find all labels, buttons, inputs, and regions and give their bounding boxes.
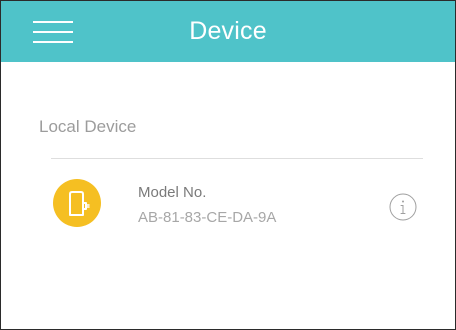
info-icon[interactable] bbox=[388, 192, 418, 222]
app-header: Device bbox=[1, 1, 455, 62]
device-screen: Device Local Device Model No. AB-81-83-C… bbox=[0, 0, 456, 330]
model-number-label: Model No. bbox=[138, 184, 207, 201]
device-list-item[interactable]: Model No. AB-81-83-CE-DA-9A bbox=[41, 164, 431, 242]
page-title: Device bbox=[189, 17, 267, 45]
section-divider bbox=[51, 158, 423, 159]
smart-plug-icon bbox=[53, 179, 101, 227]
model-number-value: AB-81-83-CE-DA-9A bbox=[138, 209, 277, 226]
local-device-section-title: Local Device bbox=[39, 117, 137, 136]
